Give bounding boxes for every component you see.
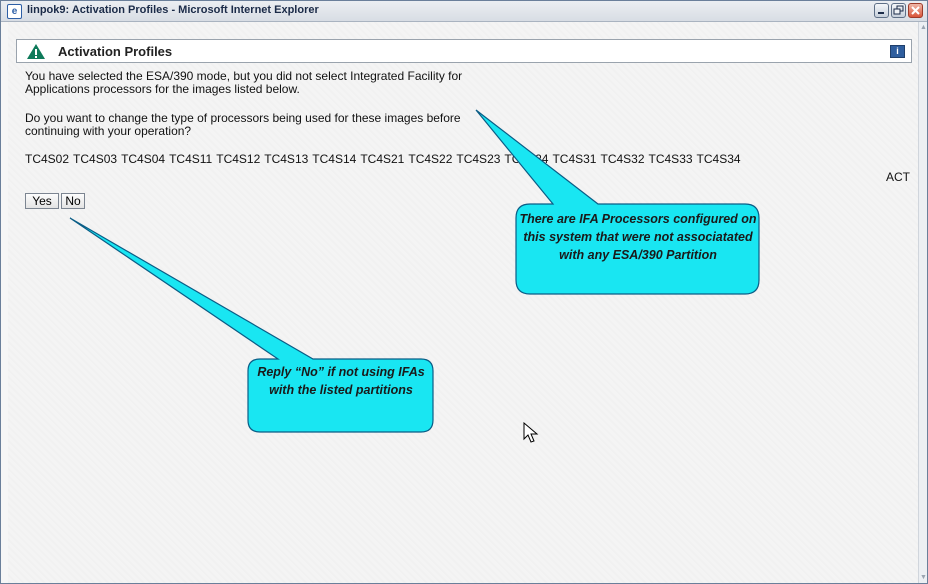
browser-window: e linpok9: Activation Profiles - Microso… [0,0,928,584]
mouse-pointer-icon [523,422,539,443]
scroll-up-icon[interactable]: ▲ [920,24,927,31]
reply-callout-text: Reply “No” if not using IFAs with the li… [257,365,425,397]
close-button[interactable] [908,3,923,18]
scroll-down-icon[interactable]: ▼ [920,574,927,581]
reply-callout-shape [69,217,434,433]
window-title: linpok9: Activation Profiles - Microsoft… [27,4,319,16]
ifa-callout-shape [475,109,760,295]
close-icon [911,6,920,15]
minimize-icon [878,12,884,14]
vertical-scrollbar[interactable]: ▲ ▼ [918,22,927,583]
minimize-button[interactable] [874,3,889,18]
restore-button[interactable] [891,3,906,18]
callout-shapes [69,109,760,433]
page-content: Activation Profiles i You have selected … [8,22,920,583]
title-bar: e linpok9: Activation Profiles - Microso… [1,1,927,22]
ie-icon: e [7,4,22,19]
ifa-callout-text: There are IFA Processors configured on t… [519,212,757,262]
restore-icon [893,5,904,15]
